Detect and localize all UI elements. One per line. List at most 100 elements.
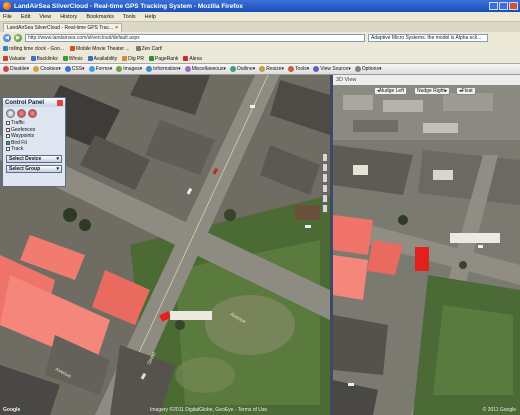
toolbar-icon (64, 66, 71, 72)
bookmark-label: Whois (68, 55, 83, 62)
map-3d-view[interactable]: © 2011 Google (333, 75, 520, 415)
toolbar-icon (229, 66, 236, 72)
bookmark-label: Alexa (189, 55, 202, 62)
history-icon[interactable] (28, 109, 37, 118)
toolbar-menu-item[interactable]: Miscellaneous▾ (184, 66, 226, 72)
select-device-dropdown[interactable]: Select Device ▾ (6, 154, 62, 163)
bookmark-item[interactable]: rolling time clock - Goo... (3, 46, 64, 52)
toolbar-icon (354, 66, 361, 72)
toolbar-label: Forms▾ (95, 66, 113, 72)
nudge-left-button[interactable]: ◂ Nudge Left (374, 87, 407, 95)
close-button[interactable] (509, 2, 518, 10)
back-button[interactable]: ◀ (3, 33, 11, 42)
menu-help[interactable]: Help (145, 14, 156, 20)
select-group-dropdown[interactable]: Select Group ▾ (6, 164, 62, 173)
toolbar-label: Resize▾ (266, 66, 285, 72)
locate-icon[interactable] (6, 109, 15, 118)
menu-edit[interactable]: Edit (21, 14, 30, 20)
bookmark-item[interactable]: Valuate (3, 56, 26, 62)
toolbar-label: CSS▾ (71, 66, 85, 72)
search-input[interactable]: Adaptive Micro Systems. the model is Alp… (368, 33, 488, 42)
toolbar-icon (184, 66, 191, 72)
map-copyright[interactable]: Imagery ©2011 DigitalGlobe, GeoEye - Ter… (150, 407, 267, 413)
firefox-icon (3, 2, 11, 10)
minimize-button[interactable] (489, 2, 498, 10)
tab-strip: LandAirSea SilverCloud - Real-time GPS T… (0, 22, 520, 32)
menu-history[interactable]: History (60, 14, 77, 20)
menu-file[interactable]: File (3, 14, 12, 20)
bookmark-label: Valuate (9, 55, 26, 62)
toolbar-menu-item[interactable]: Images▾ (116, 66, 142, 72)
layer-label: Track (11, 146, 24, 152)
3d-copyright: © 2011 Google (482, 407, 516, 413)
toolbar-menu-item[interactable]: Cookies▾ (33, 66, 61, 72)
layer-toggle[interactable]: Track (6, 146, 62, 153)
toolbar-label: Cookies▾ (40, 66, 61, 72)
bookmark-item[interactable]: Dig PR (122, 56, 144, 62)
bookmark-item[interactable]: Whois (62, 55, 83, 62)
toolbar-menu-item[interactable]: CSS▾ (64, 66, 85, 72)
tab-label: LandAirSea SilverCloud - Real-time GPS T… (7, 24, 114, 31)
window-title: LandAirSea SilverCloud - Real-time GPS T… (14, 2, 244, 10)
bookmark-item[interactable]: Alexa (183, 56, 202, 62)
tab-close-icon[interactable]: × (115, 25, 118, 31)
url-input[interactable]: http://www.landairsea.com/silvercloud/de… (25, 33, 365, 42)
bookmark-item[interactable]: Backlinks (30, 56, 58, 62)
toolbar-icon (146, 66, 153, 72)
checkbox[interactable] (6, 127, 10, 132)
toolbar-label: Information▾ (153, 66, 181, 72)
3d-view-header: 3D View (333, 75, 520, 85)
checkbox[interactable] (6, 140, 10, 145)
checkbox[interactable] (6, 121, 10, 126)
toolbar-menu-item[interactable]: Options▾ (354, 66, 381, 72)
bookmark-icon (183, 56, 189, 61)
control-panel-close-icon[interactable] (57, 99, 63, 106)
bookmark-item[interactable]: PageRank (149, 56, 178, 62)
nudge-right-button[interactable]: Nudge Right ▸ (414, 87, 451, 95)
maximize-button[interactable] (499, 2, 508, 10)
zoom-slider[interactable] (322, 153, 328, 214)
bookmark-icon (149, 56, 154, 61)
toolbar-icon (116, 66, 123, 72)
toolbar-menu-item[interactable]: View Source▾ (313, 66, 351, 72)
toolbar-menu-item[interactable]: Outline▾ (229, 66, 255, 72)
bookmark-item[interactable]: Mobile Movie Theater ... (70, 46, 130, 52)
forward-button[interactable]: ▶ (14, 33, 22, 42)
3d-imagery (333, 75, 520, 415)
toolbar-icon (259, 66, 266, 72)
toolbar-menu-item[interactable]: Disable▾ (3, 66, 29, 72)
toolbar-label: Images▾ (123, 66, 143, 72)
bookmark-item[interactable]: Zen Cart! (135, 45, 163, 52)
control-panel-header: Control Panel (3, 98, 65, 107)
toolbar-icon (3, 66, 9, 72)
toolbar-label: Tools▾ (295, 66, 310, 72)
toolbar-menu-item[interactable]: Forms▾ (88, 66, 113, 72)
checkbox[interactable] (6, 147, 10, 152)
checkbox[interactable] (6, 134, 10, 139)
bookmark-label: Dig PR (128, 55, 144, 62)
seo-toolbar: Valuate Backlinks Whois Availability Dig PR P… (0, 54, 520, 64)
menu-view[interactable]: View (39, 14, 51, 20)
menu-bookmarks[interactable]: Bookmarks (86, 14, 114, 20)
toolbar-menu-item[interactable]: Tools▾ (288, 66, 309, 72)
control-panel-icons (3, 107, 65, 120)
bookmark-icon (3, 56, 8, 61)
chevron-down-icon: ▾ (56, 165, 59, 172)
bookmarks-toolbar: rolling time clock - Goo... Mobile Movie … (0, 43, 520, 54)
bookmark-item[interactable]: Availability (87, 56, 117, 62)
navigation-bar: ◀ ▶ http://www.landairsea.com/silverclou… (0, 32, 520, 43)
float-button[interactable]: ◂ Float (456, 87, 476, 95)
bookmark-icon (70, 46, 76, 51)
menu-bar: File Edit View History Bookmarks Tools Help (0, 12, 520, 22)
menu-tools[interactable]: Tools (123, 14, 136, 20)
alert-icon[interactable] (17, 109, 26, 118)
bookmark-icon (62, 56, 68, 61)
3d-view-title: 3D View (336, 77, 357, 83)
bookmark-icon (122, 56, 128, 61)
tab-silvercloud[interactable]: LandAirSea SilverCloud - Real-time GPS T… (3, 22, 123, 32)
toolbar-menu-item[interactable]: Information▾ (146, 66, 181, 72)
toolbar-menu-item[interactable]: Resize▾ (259, 66, 284, 72)
nudge-right-arrow-icon: ▸ (444, 88, 448, 94)
bookmark-label: Zen Cart! (141, 45, 163, 52)
control-panel: Control Panel Traffic Geofences Waypoints B… (2, 97, 66, 187)
